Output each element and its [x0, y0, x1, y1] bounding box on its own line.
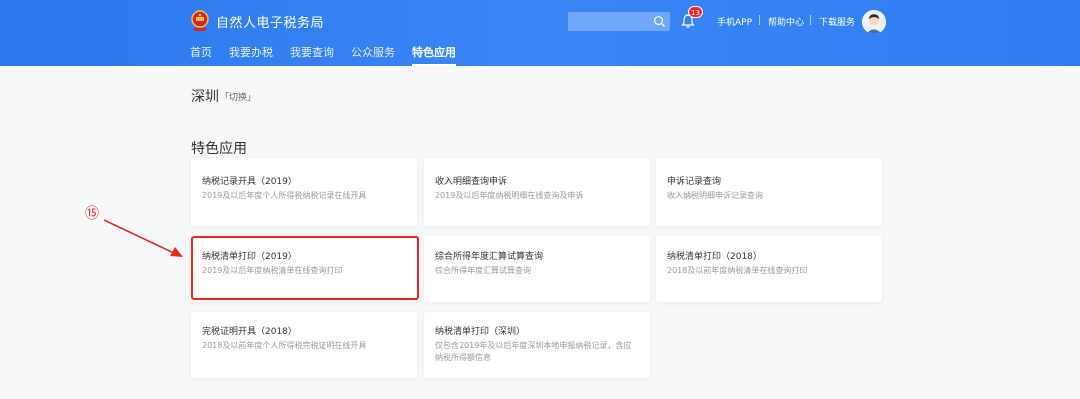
- card-description: 仅包含2019年及以后年度深圳本地申报纳税记录，含应: [435, 341, 632, 350]
- card-description: 综合所得年度汇算试算查询: [435, 266, 531, 275]
- search-icon[interactable]: [653, 15, 666, 28]
- notification-badge: 13: [688, 6, 703, 18]
- help-center-link[interactable]: 帮助中心: [768, 15, 804, 28]
- card-income-detail-appeal[interactable]: 收入明细查询申诉 2019及以后年度纳税明细在线查询及申诉: [424, 158, 650, 226]
- city-switch-link[interactable]: 「切换」: [220, 90, 256, 103]
- mobile-app-link[interactable]: 手机APP: [717, 15, 752, 28]
- card-title: 纳税清单打印（深圳）: [435, 327, 526, 337]
- card-tax-record-2019[interactable]: 纳税记录开具（2019） 2019及以后年度个人所得税纳税记录在线开具: [191, 158, 417, 226]
- divider: [759, 15, 760, 25]
- divider: [810, 15, 811, 25]
- card-title: 纳税清单打印（2018）: [667, 252, 762, 262]
- card-tax-list-print-shenzhen[interactable]: 纳税清单打印（深圳） 仅包含2019年及以后年度深圳本地申报纳税记录，含应 纳税…: [424, 312, 650, 378]
- nav-home[interactable]: 首页: [190, 44, 212, 66]
- nav-public-service[interactable]: 公众服务: [351, 44, 395, 66]
- card-title: 收入明细查询申诉: [435, 177, 508, 187]
- main-nav: 首页 我要办税 我要查询 公众服务 特色应用: [190, 44, 473, 66]
- card-title: 综合所得年度汇算试算查询: [435, 252, 544, 262]
- top-header: 自然人电子税务局 首页 我要办税 我要查询 公众服务 特色应用 13 手机APP…: [0, 0, 1080, 66]
- national-emblem-icon: [191, 10, 209, 31]
- user-avatar-icon: [862, 10, 886, 34]
- search-input[interactable]: [568, 12, 652, 31]
- card-description: 2019及以后年度个人所得税纳税记录在线开具: [202, 191, 367, 200]
- card-appeal-record-query[interactable]: 申诉记录查询 收入纳税明细申诉记录查询: [656, 158, 882, 226]
- card-title: 纳税记录开具（2019）: [202, 177, 297, 187]
- site-title: 自然人电子税务局: [216, 15, 325, 31]
- card-description: 2019及以后年度纳税明细在线查询及申诉: [435, 191, 584, 200]
- step-marker-label: ⑮: [85, 206, 99, 221]
- avatar[interactable]: [862, 10, 886, 34]
- card-tax-certificate-2018[interactable]: 完税证明开具（2018） 2018及以前年度个人所得税完税证明在线开具: [191, 312, 417, 378]
- card-description: 纳税所得额信息: [435, 353, 491, 362]
- nav-featured-apps[interactable]: 特色应用: [412, 44, 456, 66]
- card-description: 2018及以前年度个人所得税完税证明在线开具: [202, 341, 367, 350]
- highlight-box: [191, 236, 419, 300]
- current-city: 深圳: [191, 89, 219, 105]
- search-box: [568, 12, 670, 31]
- download-service-link[interactable]: 下载服务: [819, 15, 855, 28]
- card-title: 完税证明开具（2018）: [202, 327, 297, 337]
- card-tax-list-print-2018[interactable]: 纳税清单打印（2018） 2018及以前年度纳税清单在线查询打印: [656, 236, 882, 302]
- card-description: 收入纳税明细申诉记录查询: [667, 191, 763, 200]
- card-description: 2018及以前年度纳税清单在线查询打印: [667, 266, 808, 275]
- card-annual-settlement-query[interactable]: 综合所得年度汇算试算查询 综合所得年度汇算试算查询: [424, 236, 650, 302]
- site-logo[interactable]: 自然人电子税务局: [190, 10, 324, 32]
- nav-query[interactable]: 我要查询: [290, 44, 334, 66]
- step-marker: ⑮: [85, 206, 99, 221]
- card-title: 申诉记录查询: [667, 177, 722, 187]
- nav-tax-service[interactable]: 我要办税: [229, 44, 273, 66]
- section-title: 特色应用: [191, 141, 247, 157]
